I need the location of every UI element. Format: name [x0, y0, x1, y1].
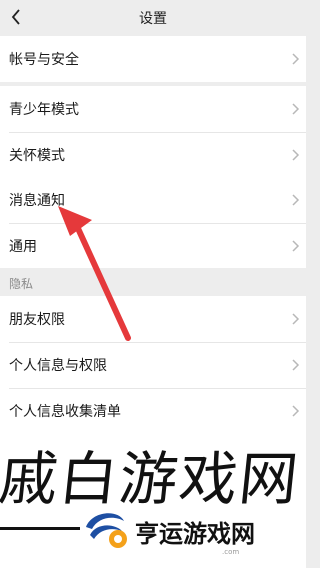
chevron-right-icon	[292, 103, 300, 115]
watermark-divider	[0, 527, 80, 530]
page-title: 设置	[139, 11, 167, 27]
modes-group: 青少年模式 关怀模式	[0, 86, 306, 178]
chevron-right-icon	[292, 405, 300, 417]
settings-item-friend-permissions[interactable]: 朋友权限	[0, 296, 306, 342]
settings-item-label: 消息通知	[9, 193, 65, 209]
settings-item-general[interactable]: 通用	[0, 223, 306, 269]
settings-item-notifications[interactable]: 消息通知	[0, 177, 306, 223]
chevron-right-icon	[292, 53, 300, 65]
settings-item-label: 个人信息与权限	[9, 358, 107, 374]
settings-item-label: 关怀模式	[9, 148, 65, 164]
brand-logo-icon	[86, 513, 127, 548]
privacy-section-header: 隐私	[0, 268, 306, 298]
settings-item-label: 通用	[9, 239, 37, 255]
settings-item-teen-mode[interactable]: 青少年模式	[0, 86, 306, 132]
settings-item-label: 朋友权限	[9, 312, 65, 328]
watermark-domain: .com	[222, 548, 240, 556]
chevron-right-icon	[292, 359, 300, 371]
settings-item-label: 帐号与安全	[9, 52, 79, 68]
chevron-right-icon	[292, 240, 300, 252]
chevron-right-icon	[292, 194, 300, 206]
privacy-group: 朋友权限 个人信息与权限 个人信息收集清单	[0, 296, 306, 434]
nav-bar: 设置	[0, 0, 306, 36]
settings-item-account-security[interactable]: 帐号与安全	[0, 36, 306, 82]
settings-item-care-mode[interactable]: 关怀模式	[0, 132, 306, 178]
chevron-right-icon	[292, 313, 300, 325]
watermark-brand-name: 亨运游戏网	[135, 520, 255, 548]
watermark-title: 戚白游戏网	[0, 445, 304, 513]
account-group: 帐号与安全	[0, 36, 306, 82]
chevron-right-icon	[292, 149, 300, 161]
settings-item-label: 个人信息收集清单	[9, 404, 121, 420]
settings-item-personal-info-permissions[interactable]: 个人信息与权限	[0, 342, 306, 388]
general-group: 消息通知 通用	[0, 177, 306, 269]
settings-item-label: 青少年模式	[9, 102, 79, 118]
